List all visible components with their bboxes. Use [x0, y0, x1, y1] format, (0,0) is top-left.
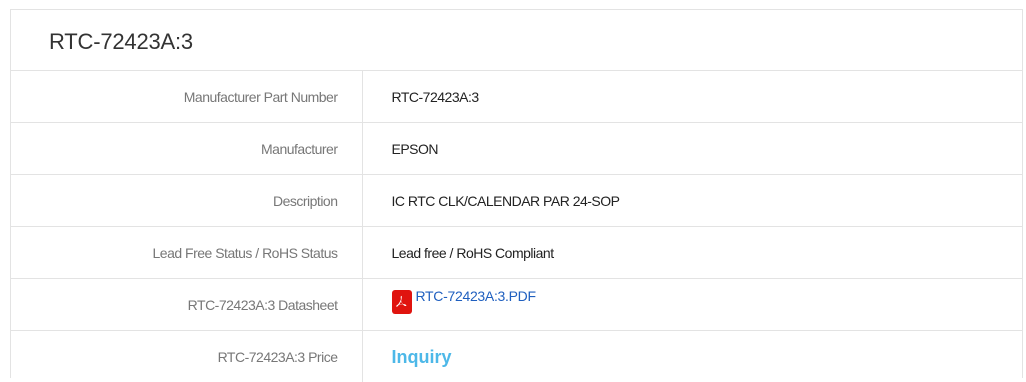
pdf-icon[interactable]: [392, 290, 412, 314]
table-row: RTC-72423A:3 Price Inquiry: [11, 331, 1022, 382]
spec-label: RTC-72423A:3 Price: [11, 331, 362, 382]
spec-table: Manufacturer Part Number RTC-72423A:3 Ma…: [11, 71, 1022, 382]
page-title: RTC-72423A:3: [11, 10, 1022, 71]
inquiry-link[interactable]: Inquiry: [392, 347, 452, 367]
table-row: Manufacturer Part Number RTC-72423A:3: [11, 71, 1022, 123]
datasheet-download[interactable]: RTC-72423A:3.PDF: [392, 288, 536, 314]
product-spec-panel: RTC-72423A:3 Manufacturer Part Number RT…: [10, 9, 1023, 378]
table-row: RTC-72423A:3 Datasheet RTC-72423A:3.PDF: [11, 279, 1022, 331]
spec-label: Description: [11, 175, 362, 227]
spec-value: RTC-72423A:3: [362, 71, 1022, 123]
spec-value: IC RTC CLK/CALENDAR PAR 24-SOP: [362, 175, 1022, 227]
spec-value: Lead free / RoHS Compliant: [362, 227, 1022, 279]
table-row: Manufacturer EPSON: [11, 123, 1022, 175]
spec-label: Manufacturer: [11, 123, 362, 175]
spec-value: RTC-72423A:3.PDF: [362, 279, 1022, 331]
spec-label: Manufacturer Part Number: [11, 71, 362, 123]
spec-value: Inquiry: [362, 331, 1022, 382]
spec-label: RTC-72423A:3 Datasheet: [11, 279, 362, 331]
spec-label: Lead Free Status / RoHS Status: [11, 227, 362, 279]
spec-value: EPSON: [362, 123, 1022, 175]
table-row: Description IC RTC CLK/CALENDAR PAR 24-S…: [11, 175, 1022, 227]
table-row: Lead Free Status / RoHS Status Lead free…: [11, 227, 1022, 279]
datasheet-link[interactable]: RTC-72423A:3.PDF: [416, 288, 536, 304]
